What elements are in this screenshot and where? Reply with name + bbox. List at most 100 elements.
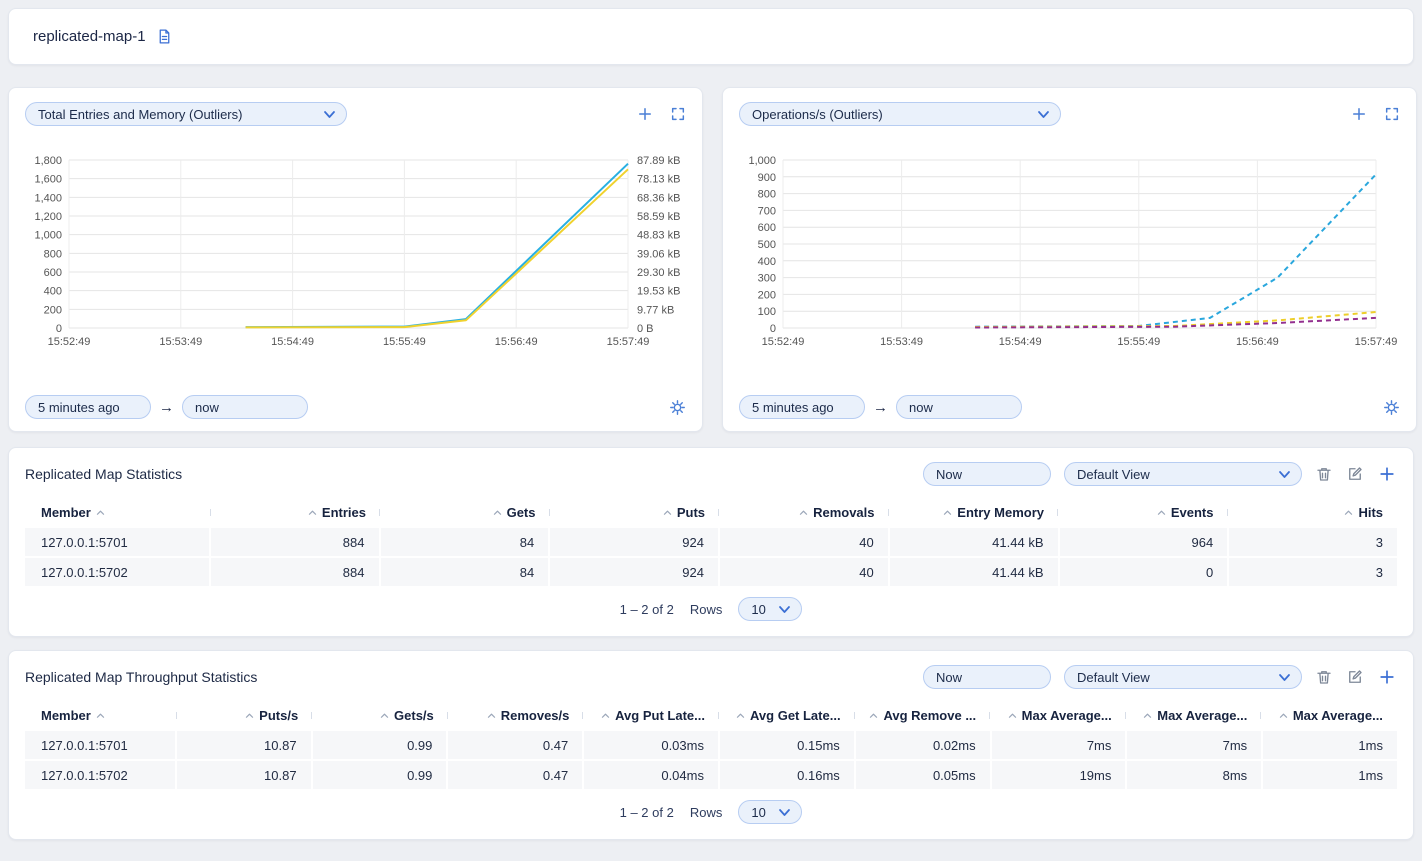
- rows-label: Rows: [690, 805, 723, 820]
- sort-caret-icon: [1008, 712, 1017, 719]
- svg-text:400: 400: [44, 286, 62, 298]
- time-picker-value: Now: [936, 670, 962, 685]
- column-header-puts-s[interactable]: Puts/s: [177, 708, 313, 723]
- arrow-right-icon: →: [159, 400, 174, 415]
- page-size-select[interactable]: 10: [738, 800, 802, 824]
- fullscreen-icon[interactable]: [1384, 106, 1400, 122]
- column-header-entries[interactable]: Entries: [211, 505, 381, 520]
- view-select[interactable]: Default View: [1064, 462, 1302, 486]
- table-body: 127.0.0.1:5701884849244041.44 kB9643127.…: [25, 528, 1397, 586]
- column-header-removes-s[interactable]: Removes/s: [448, 708, 584, 723]
- column-header-avg-remove[interactable]: Avg Remove ...: [855, 708, 991, 723]
- svg-text:15:52:49: 15:52:49: [762, 336, 805, 348]
- cell-avg-get-late: 0.15ms: [720, 731, 854, 759]
- svg-text:15:54:49: 15:54:49: [999, 336, 1042, 348]
- column-header-member[interactable]: Member: [25, 505, 211, 520]
- add-chart-icon[interactable]: [636, 105, 654, 123]
- time-to-input[interactable]: now: [896, 395, 1022, 419]
- add-view-icon[interactable]: [1377, 667, 1397, 687]
- sort-caret-icon: [96, 509, 105, 516]
- gear-icon[interactable]: [669, 399, 686, 416]
- svg-text:200: 200: [758, 289, 776, 301]
- column-header-avg-put-late[interactable]: Avg Put Late...: [583, 708, 719, 723]
- cell-max-average: 8ms: [1127, 761, 1261, 789]
- time-from-input[interactable]: 5 minutes ago: [739, 395, 865, 419]
- series-total-entries: [246, 164, 628, 327]
- column-header-removals[interactable]: Removals: [719, 505, 889, 520]
- cell-hits: 3: [1229, 528, 1397, 556]
- column-header-gets-s[interactable]: Gets/s: [312, 708, 448, 723]
- column-header-puts[interactable]: Puts: [550, 505, 720, 520]
- entries-memory-chart: 00 B2009.77 kB40019.53 kB60029.30 kB8003…: [25, 150, 686, 356]
- time-picker-input[interactable]: Now: [923, 665, 1051, 689]
- chart-metric-select[interactable]: Total Entries and Memory (Outliers): [25, 102, 347, 126]
- svg-text:15:52:49: 15:52:49: [48, 336, 91, 348]
- table-header: MemberPuts/sGets/sRemoves/sAvg Put Late.…: [25, 703, 1397, 727]
- svg-text:800: 800: [758, 189, 776, 201]
- cell-hits: 3: [1229, 558, 1397, 586]
- time-picker-input[interactable]: Now: [923, 462, 1051, 486]
- time-to-input[interactable]: now: [182, 395, 308, 419]
- column-header-gets[interactable]: Gets: [380, 505, 550, 520]
- fullscreen-icon[interactable]: [670, 106, 686, 122]
- cell-avg-put-late: 0.03ms: [584, 731, 718, 759]
- sort-caret-icon: [943, 509, 952, 516]
- delete-view-icon[interactable]: [1315, 465, 1333, 483]
- column-header-max-average[interactable]: Max Average...: [1261, 708, 1397, 723]
- series-puts-per-sec: [975, 174, 1376, 326]
- time-picker-value: Now: [936, 467, 962, 482]
- cell-puts: 924: [550, 558, 718, 586]
- chevron-down-icon: [778, 808, 791, 817]
- svg-text:15:54:49: 15:54:49: [271, 336, 314, 348]
- svg-text:600: 600: [44, 267, 62, 279]
- edit-view-icon[interactable]: [1346, 465, 1364, 483]
- view-select[interactable]: Default View: [1064, 665, 1302, 689]
- svg-text:600: 600: [758, 222, 776, 234]
- rows-label: Rows: [690, 602, 723, 617]
- charts-row: Total Entries and Memory (Outliers) 00 B…: [8, 87, 1414, 432]
- gear-icon[interactable]: [1383, 399, 1400, 416]
- cell-events: 964: [1060, 528, 1228, 556]
- svg-text:1,000: 1,000: [748, 155, 776, 167]
- chart-metric-select-value: Total Entries and Memory (Outliers): [38, 107, 242, 122]
- column-header-max-average[interactable]: Max Average...: [990, 708, 1126, 723]
- svg-text:1,800: 1,800: [34, 155, 62, 167]
- edit-view-icon[interactable]: [1346, 668, 1364, 686]
- add-view-icon[interactable]: [1377, 464, 1397, 484]
- svg-text:29.30 kB: 29.30 kB: [637, 267, 680, 279]
- column-header-hits[interactable]: Hits: [1228, 505, 1398, 520]
- page-size-select[interactable]: 10: [738, 597, 802, 621]
- svg-text:78.13 kB: 78.13 kB: [637, 174, 680, 186]
- add-chart-icon[interactable]: [1350, 105, 1368, 123]
- svg-text:68.36 kB: 68.36 kB: [637, 192, 680, 204]
- svg-text:15:56:49: 15:56:49: [495, 336, 538, 348]
- column-header-events[interactable]: Events: [1058, 505, 1228, 520]
- arrow-right-icon: →: [873, 400, 888, 415]
- chart-card-entries-memory: Total Entries and Memory (Outliers) 00 B…: [8, 87, 703, 432]
- panel-title: Replicated Map Statistics: [25, 466, 182, 482]
- delete-view-icon[interactable]: [1315, 668, 1333, 686]
- column-header-max-average[interactable]: Max Average...: [1126, 708, 1262, 723]
- svg-text:0: 0: [56, 323, 62, 335]
- chevron-down-icon: [1037, 110, 1050, 119]
- time-from-value: 5 minutes ago: [38, 400, 120, 415]
- chart-metric-select[interactable]: Operations/s (Outliers): [739, 102, 1061, 126]
- time-to-value: now: [909, 400, 933, 415]
- svg-text:1,400: 1,400: [34, 192, 62, 204]
- column-header-member[interactable]: Member: [25, 708, 177, 723]
- panel-title: Replicated Map Throughput Statistics: [25, 669, 257, 685]
- svg-text:15:55:49: 15:55:49: [1117, 336, 1160, 348]
- sort-caret-icon: [493, 509, 502, 516]
- cell-gets-s: 0.99: [313, 761, 447, 789]
- svg-text:15:53:49: 15:53:49: [159, 336, 202, 348]
- document-icon[interactable]: [156, 28, 173, 45]
- time-from-input[interactable]: 5 minutes ago: [25, 395, 151, 419]
- column-header-avg-get-late[interactable]: Avg Get Late...: [719, 708, 855, 723]
- cell-max-average: 7ms: [992, 731, 1126, 759]
- cell-max-average: 1ms: [1263, 731, 1397, 759]
- sort-caret-icon: [601, 712, 610, 719]
- column-header-entry-memory[interactable]: Entry Memory: [889, 505, 1059, 520]
- sort-caret-icon: [663, 509, 672, 516]
- svg-text:300: 300: [758, 273, 776, 285]
- table-body: 127.0.0.1:570110.870.990.470.03ms0.15ms0…: [25, 731, 1397, 789]
